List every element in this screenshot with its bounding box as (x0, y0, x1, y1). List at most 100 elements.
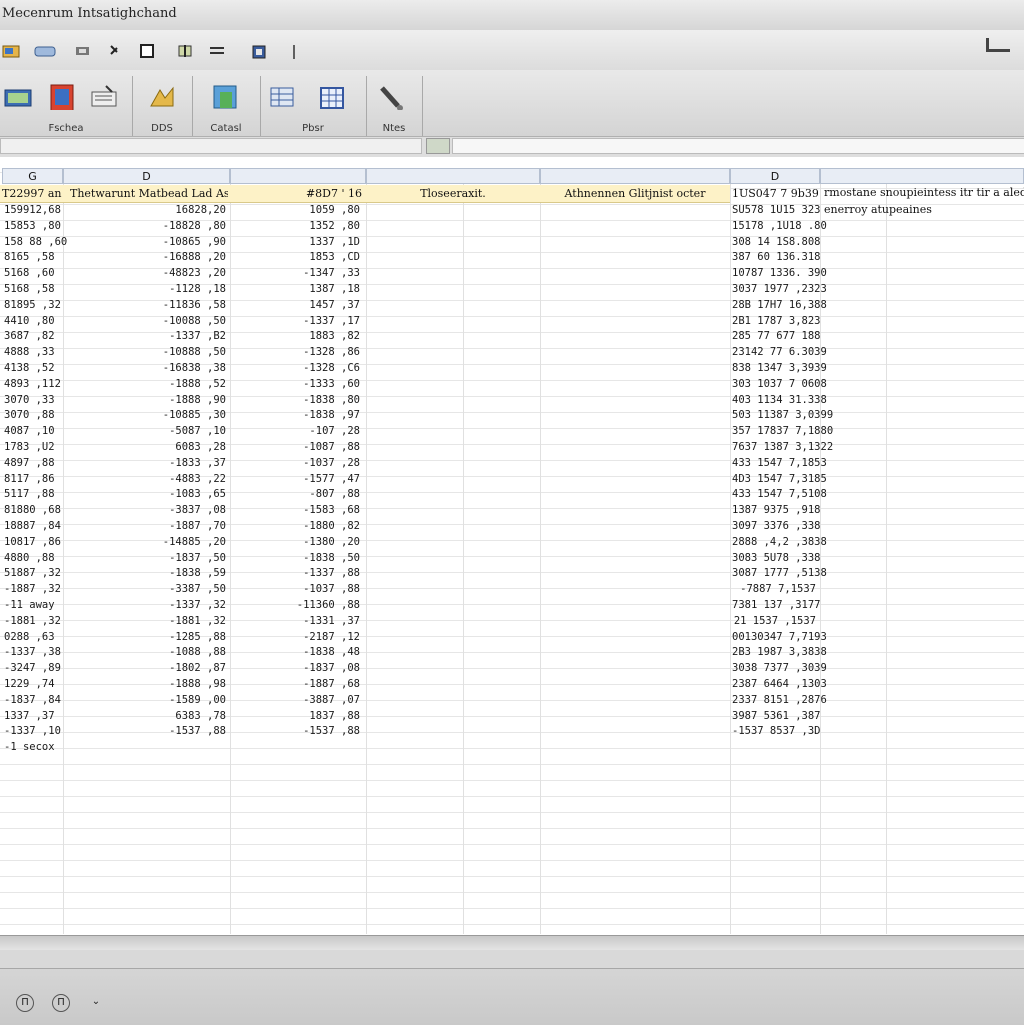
table-cell[interactable]: 4888 ,33 (4, 344, 60, 360)
book-icon[interactable] (48, 84, 76, 110)
table-cell[interactable]: -5087 ,10 (66, 423, 226, 439)
table-cell[interactable]: 0288 ,63 (4, 629, 60, 645)
table-cell[interactable]: 433 1547 7,1853 (732, 455, 827, 471)
table-cell[interactable]: 1387 9375 ,918 (732, 502, 821, 518)
page-break-icon[interactable]: Π (52, 994, 70, 1012)
table-cell[interactable]: -10865 ,90 (66, 234, 226, 250)
table-cell[interactable] (232, 739, 360, 755)
column-header[interactable] (230, 168, 366, 184)
column-header[interactable]: D (730, 168, 820, 184)
table-cell[interactable]: -10885 ,30 (66, 407, 226, 423)
table-cell[interactable]: 387 60 136.318 (732, 249, 821, 265)
table-cell[interactable]: -10888 ,50 (66, 344, 226, 360)
table-cell[interactable]: 4880 ,88 (4, 550, 60, 566)
table-cell[interactable]: -1888 ,90 (66, 392, 226, 408)
table-cell[interactable]: -1838 ,59 (66, 565, 226, 581)
table-cell[interactable]: -1838 ,48 (232, 644, 360, 660)
table-cell[interactable]: -1285 ,88 (66, 629, 226, 645)
table-cell[interactable]: -1337 ,38 (4, 644, 61, 660)
table-cell[interactable]: 6083 ,28 (66, 439, 226, 455)
table-cell[interactable]: -1838 ,80 (232, 392, 360, 408)
paste-icon[interactable] (250, 44, 268, 60)
table-cell[interactable]: -1380 ,20 (232, 534, 360, 550)
table-cell[interactable]: SU578 1U15 323 (732, 202, 821, 218)
table-cell[interactable]: -1037 ,88 (232, 581, 360, 597)
table-cell[interactable]: -1 secox (4, 739, 60, 755)
table-cell[interactable]: 1883 ,82 (232, 328, 360, 344)
table-cell[interactable]: 2337 8151 ,2876 (732, 692, 827, 708)
table-cell[interactable]: 4893 ,112 (4, 376, 61, 392)
header-cell[interactable]: #8D7 ' 16 (232, 186, 362, 201)
table-cell[interactable]: 81880 ,68 (4, 502, 61, 518)
table-cell[interactable]: -1083 ,65 (66, 486, 226, 502)
table-cell[interactable]: 838 1347 3,3939 (732, 360, 827, 376)
table-cell[interactable]: 433 1547 7,5108 (732, 486, 827, 502)
table-cell[interactable]: 357 17837 7,1880 (732, 423, 833, 439)
copy-icon[interactable] (208, 44, 226, 60)
table-cell[interactable]: 10787 1336. 390 (732, 265, 827, 281)
table-cell[interactable]: -1087 ,88 (232, 439, 360, 455)
horizontal-scrollbar[interactable] (0, 935, 1024, 950)
table-cell[interactable]: -1337 ,B2 (66, 328, 226, 344)
table-cell[interactable]: 5168 ,58 (4, 281, 60, 297)
table-cell[interactable]: -1887 ,68 (232, 676, 360, 692)
table-cell[interactable]: -10088 ,50 (66, 313, 226, 329)
table-cell[interactable]: 1059 ,80 (232, 202, 360, 218)
table-cell[interactable]: -1337 ,88 (232, 565, 360, 581)
note-cell[interactable]: rmostane snoupieintess itr tir a aledron… (824, 186, 1024, 199)
table-cell[interactable]: -1347 ,33 (232, 265, 360, 281)
table-cell[interactable]: 00130347 7,7193 (732, 629, 827, 645)
table-cell[interactable]: -1589 ,00 (66, 692, 226, 708)
table-cell[interactable]: 4138 ,52 (4, 360, 60, 376)
table-cell[interactable]: -16888 ,20 (66, 249, 226, 265)
table-cell[interactable]: 3987 5361 ,387 (732, 708, 821, 724)
table-cell[interactable]: -1837 ,08 (232, 660, 360, 676)
table-cell[interactable]: -48823 ,20 (66, 265, 226, 281)
column-header[interactable] (366, 168, 540, 184)
table-cell[interactable]: -1537 8537 ,3D (732, 723, 821, 739)
table-cell[interactable]: 51887 ,32 (4, 565, 61, 581)
table-cell[interactable]: -1880 ,82 (232, 518, 360, 534)
table-cell[interactable]: -7887 7,1537 (732, 581, 816, 597)
table-cell[interactable]: -1583 ,68 (232, 502, 360, 518)
table-cell[interactable]: 7381 137 ,3177 (732, 597, 821, 613)
table-cell[interactable]: -1838 ,97 (232, 407, 360, 423)
header-cell[interactable]: Thetwarunt Matbead Lad Asars (70, 186, 228, 201)
table-cell[interactable]: 1853 ,CD (232, 249, 360, 265)
table-cell[interactable]: 21 1537 ,1537 (732, 613, 816, 629)
table-cell[interactable]: -1537 ,88 (66, 723, 226, 739)
table-cell[interactable]: -1881 ,32 (66, 613, 226, 629)
table-cell[interactable]: -1331 ,37 (232, 613, 360, 629)
table-cell[interactable]: -1838 ,50 (232, 550, 360, 566)
table-cell[interactable]: 1337 ,1D (232, 234, 360, 250)
checklist-icon[interactable] (90, 84, 118, 110)
table-cell[interactable]: 2888 ,4,2 ,3838 (732, 534, 827, 550)
table-cell[interactable]: 1837 ,88 (232, 708, 360, 724)
table-cell[interactable]: 1352 ,80 (232, 218, 360, 234)
table-cell[interactable]: 10817 ,86 (4, 534, 61, 550)
table-cell[interactable]: -11836 ,58 (66, 297, 226, 313)
table-cell[interactable]: -1328 ,C6 (232, 360, 360, 376)
header-cell[interactable]: Athnennen Glitjnist octer (542, 186, 728, 201)
header-cell[interactable]: T22997 anse (2, 186, 62, 201)
table-cell[interactable]: -1887 ,32 (4, 581, 61, 597)
table-cell[interactable]: -1333 ,60 (232, 376, 360, 392)
table-cell[interactable]: 1783 ,U2 (4, 439, 60, 455)
table-cell[interactable]: 2387 6464 ,1303 (732, 676, 827, 692)
table-cell[interactable]: -11360 ,88 (232, 597, 360, 613)
insert-function-icon[interactable] (426, 138, 450, 154)
table-cell[interactable]: 18887 ,84 (4, 518, 61, 534)
table-cell[interactable]: -1881 ,32 (4, 613, 61, 629)
header-cell[interactable]: Tloseeraxit. (368, 186, 538, 201)
table-cell[interactable]: 3087 1777 ,5138 (732, 565, 827, 581)
table-cell[interactable]: 159912,68 (4, 202, 61, 218)
table-cell[interactable]: -1128 ,18 (66, 281, 226, 297)
table-cell[interactable]: 3038 7377 ,3039 (732, 660, 827, 676)
table-cell[interactable]: -1837 ,50 (66, 550, 226, 566)
table-cell[interactable]: -1537 ,88 (232, 723, 360, 739)
page-layout-icon[interactable]: Π (16, 994, 34, 1012)
table-cell[interactable]: 3687 ,82 (4, 328, 60, 344)
sheet-icon[interactable] (4, 84, 32, 110)
folder-icon[interactable] (2, 44, 20, 60)
table-cell[interactable]: -2187 ,12 (232, 629, 360, 645)
